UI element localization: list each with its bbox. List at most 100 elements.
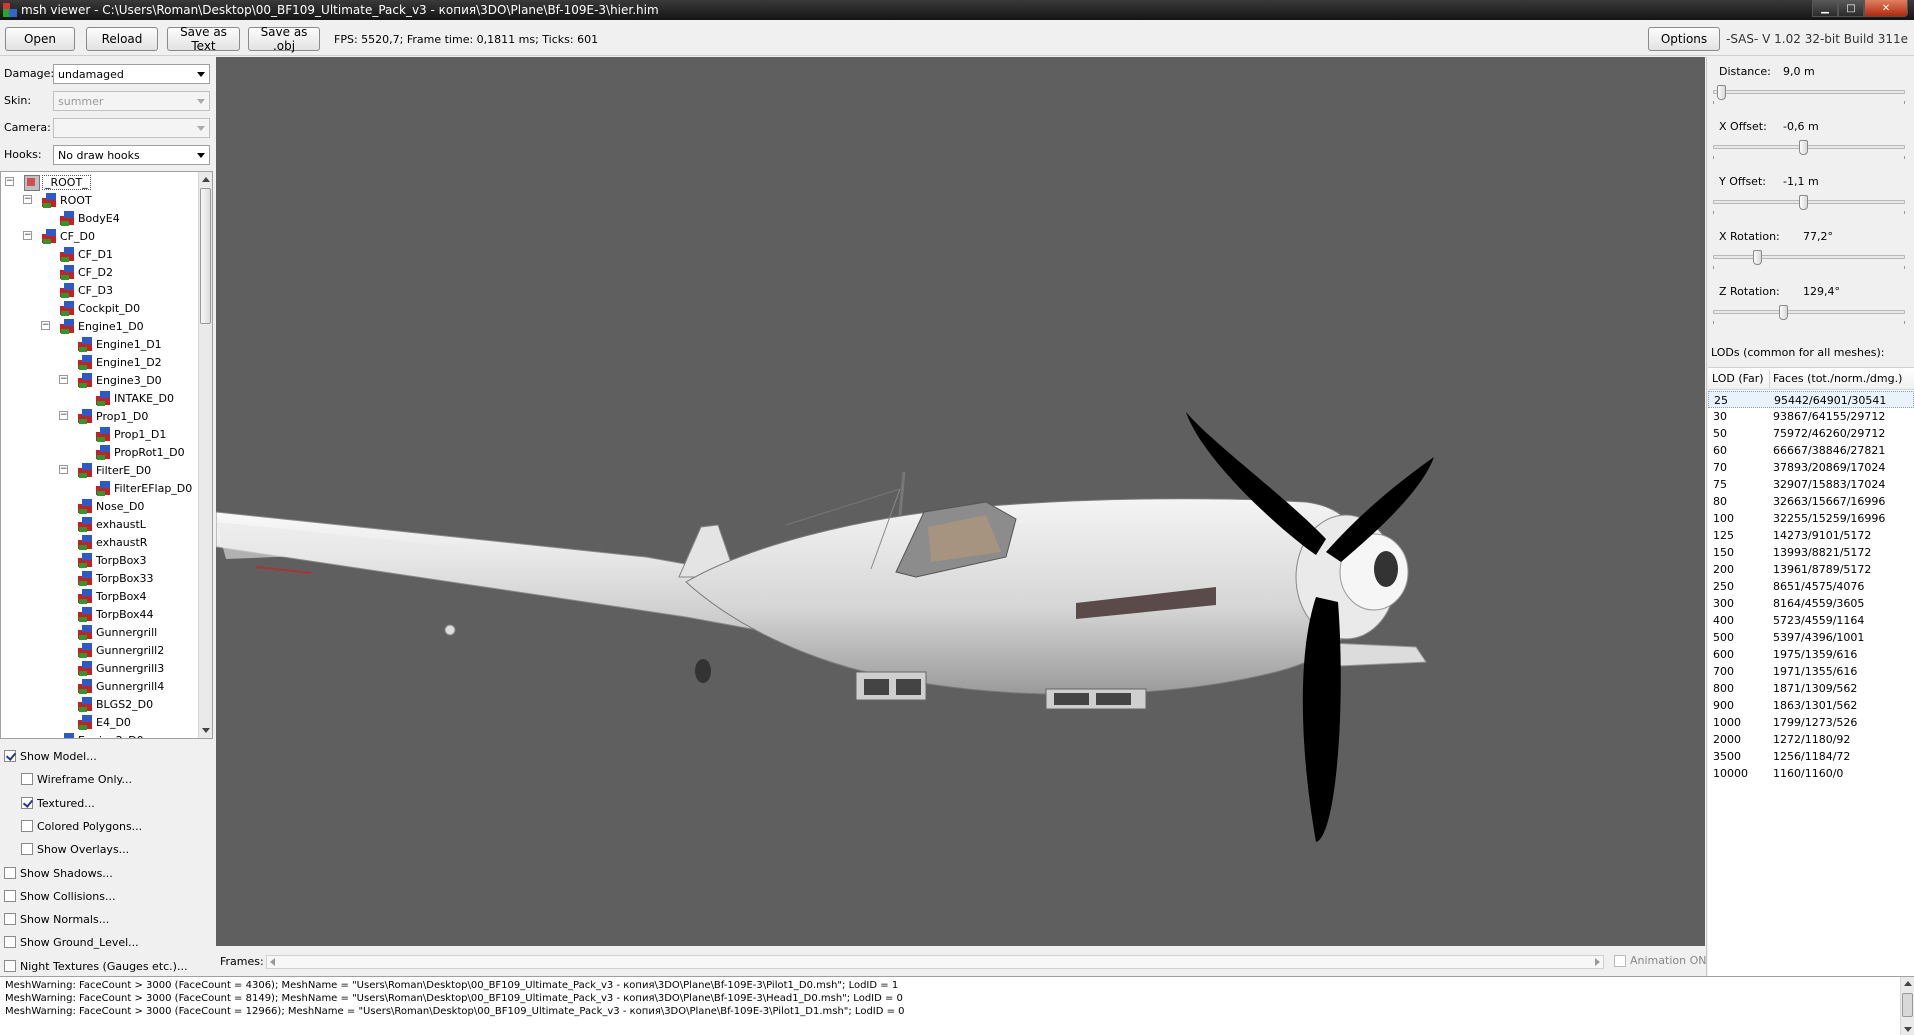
tree-expander[interactable]: − bbox=[59, 375, 68, 384]
animation-checkbox[interactable] bbox=[1614, 954, 1626, 967]
checkbox[interactable] bbox=[4, 936, 16, 948]
damage-select[interactable]: undamaged bbox=[53, 64, 210, 84]
option-checkbox-row[interactable]: Textured... bbox=[21, 795, 95, 811]
option-checkbox-row[interactable]: Show Normals... bbox=[4, 911, 109, 927]
tree-node[interactable]: FilterEFlap_D0 bbox=[95, 479, 192, 497]
scroll-up-icon[interactable] bbox=[1904, 981, 1912, 986]
lod-row[interactable]: 100 32255/15259/16996 bbox=[1708, 510, 1914, 527]
minimize-icon[interactable]: ▁ bbox=[1812, 0, 1838, 17]
tree-node[interactable]: Nose_D0 bbox=[77, 497, 144, 515]
option-checkbox-row[interactable]: Colored Polygons... bbox=[21, 818, 142, 834]
tree-node[interactable]: Engine2_D0 bbox=[59, 731, 144, 738]
tree-node[interactable]: Engine1_D2 bbox=[77, 353, 162, 371]
tree-node[interactable]: Engine1_D0 bbox=[59, 317, 144, 335]
checkbox[interactable] bbox=[21, 773, 33, 785]
maximize-icon[interactable]: □ bbox=[1838, 0, 1864, 17]
tree-node[interactable]: CF_D0 bbox=[41, 227, 95, 245]
lod-row[interactable]: 60 66667/38846/27821 bbox=[1708, 442, 1914, 459]
lod-row[interactable]: 1000 1799/1273/526 bbox=[1708, 714, 1914, 731]
lod-row[interactable]: 400 5723/4559/1164 bbox=[1708, 612, 1914, 629]
tree-node[interactable]: PropRot1_D0 bbox=[95, 443, 185, 461]
lod-row[interactable]: 3500 1256/1184/72 bbox=[1708, 748, 1914, 765]
tree-node[interactable]: TorpBox33 bbox=[77, 569, 154, 587]
tree-node[interactable]: CF_D3 bbox=[59, 281, 113, 299]
z-rotation-slider[interactable] bbox=[1713, 305, 1905, 324]
frames-slider[interactable] bbox=[266, 955, 1604, 969]
slider-handle[interactable] bbox=[1799, 195, 1809, 210]
log-panel[interactable]: MeshWarning: FaceCount > 3000 (FaceCount… bbox=[0, 976, 1914, 1035]
skin-select[interactable]: summer bbox=[53, 91, 210, 111]
lod-row[interactable]: 10000 1160/1160/0 bbox=[1708, 765, 1914, 782]
save-as-obj-button[interactable]: Save as .obj bbox=[248, 25, 320, 53]
y-offset-slider[interactable] bbox=[1713, 195, 1905, 214]
option-checkbox-row[interactable]: Show Overlays... bbox=[21, 841, 129, 857]
option-checkbox-row[interactable]: Show Shadows... bbox=[4, 865, 113, 881]
option-checkbox-row[interactable]: Show Collisions... bbox=[4, 888, 115, 904]
hooks-select[interactable]: No draw hooks bbox=[53, 145, 210, 165]
lod-row[interactable]: 30 93867/64155/29712 bbox=[1708, 408, 1914, 425]
option-checkbox-row[interactable]: Night Textures (Gauges etc.)... bbox=[4, 958, 187, 974]
lod-table[interactable]: LOD (Far) Faces (tot./norm./dmg.) 25 9544… bbox=[1708, 367, 1914, 976]
save-as-text-button[interactable]: Save as Text bbox=[167, 25, 240, 53]
3d-viewport[interactable] bbox=[216, 57, 1705, 946]
checkbox[interactable] bbox=[21, 820, 33, 832]
checkbox[interactable] bbox=[4, 913, 16, 925]
distance-slider[interactable] bbox=[1713, 85, 1905, 104]
tree-node[interactable]: Engine3_D0 bbox=[77, 371, 162, 389]
lod-row[interactable]: 75 32907/15883/17024 bbox=[1708, 476, 1914, 493]
tree-expander[interactable]: − bbox=[59, 411, 68, 420]
tree-node[interactable]: Gunnergrill bbox=[77, 623, 157, 641]
tree-node[interactable]: BLGS2_D0 bbox=[77, 695, 153, 713]
tree-expander[interactable]: − bbox=[23, 231, 32, 240]
camera-select[interactable] bbox=[53, 118, 210, 138]
scroll-thumb[interactable] bbox=[200, 188, 211, 324]
scroll-down-icon[interactable] bbox=[202, 728, 210, 733]
lod-row[interactable]: 300 8164/4559/3605 bbox=[1708, 595, 1914, 612]
option-checkbox-row[interactable]: Show Model... bbox=[4, 748, 97, 764]
lod-row[interactable]: 600 1975/1359/616 bbox=[1708, 646, 1914, 663]
tree-node[interactable]: Cockpit_D0 bbox=[59, 299, 140, 317]
checkbox[interactable] bbox=[21, 843, 33, 855]
lod-row[interactable]: 150 13993/8821/5172 bbox=[1708, 544, 1914, 561]
column-divider[interactable] bbox=[1769, 370, 1770, 388]
lod-column-header[interactable]: LOD (Far) bbox=[1712, 372, 1764, 385]
tree-scrollbar[interactable] bbox=[198, 172, 212, 738]
tree-expander[interactable]: − bbox=[5, 177, 14, 186]
tree-node[interactable]: Prop1_D1 bbox=[95, 425, 166, 443]
tree-node[interactable]: TorpBox44 bbox=[77, 605, 154, 623]
lod-row[interactable]: 800 1871/1309/562 bbox=[1708, 680, 1914, 697]
tree-node[interactable]: TorpBox3 bbox=[77, 551, 147, 569]
tree-node[interactable]: CF_D2 bbox=[59, 263, 113, 281]
tree-node[interactable]: exhaustR bbox=[77, 533, 147, 551]
lod-row[interactable]: 200 13961/8789/5172 bbox=[1708, 561, 1914, 578]
scroll-thumb[interactable] bbox=[1902, 993, 1913, 1017]
chevron-left-icon[interactable] bbox=[270, 958, 275, 966]
checkbox[interactable] bbox=[4, 867, 16, 879]
tree-node[interactable]: Prop1_D0 bbox=[77, 407, 148, 425]
scroll-down-icon[interactable] bbox=[1904, 1027, 1912, 1032]
chevron-right-icon[interactable] bbox=[1595, 958, 1600, 966]
open-button[interactable]: Open bbox=[5, 27, 75, 51]
scroll-up-icon[interactable] bbox=[202, 177, 210, 182]
tree-expander[interactable]: − bbox=[23, 195, 32, 204]
lod-row[interactable]: 25 95442/64901/30541 bbox=[1708, 391, 1914, 408]
option-checkbox-row[interactable]: Wireframe Only... bbox=[21, 771, 132, 787]
checkbox[interactable] bbox=[21, 797, 33, 809]
tree-node[interactable]: CF_D1 bbox=[59, 245, 113, 263]
tree-node[interactable]: E4_D0 bbox=[77, 713, 131, 731]
option-checkbox-row[interactable]: Show Ground_Level... bbox=[4, 934, 139, 950]
reload-button[interactable]: Reload bbox=[86, 27, 158, 51]
tree-expander[interactable]: − bbox=[59, 465, 68, 474]
tree-node[interactable]: exhaustL bbox=[77, 515, 146, 533]
lod-row[interactable]: 250 8651/4575/4076 bbox=[1708, 578, 1914, 595]
checkbox[interactable] bbox=[4, 750, 16, 762]
lod-row[interactable]: 500 5397/4396/1001 bbox=[1708, 629, 1914, 646]
x-offset-slider[interactable] bbox=[1713, 140, 1905, 159]
animation-toggle[interactable]: Animation ON bbox=[1614, 954, 1706, 967]
tree-node[interactable]: BodyE4 bbox=[59, 209, 120, 227]
hierarchy-tree[interactable]: − _ROOT_ − ROOT BodyE4 − CF_D0 CF_D1 CF_D2 CF_D3 C… bbox=[0, 171, 213, 739]
tree-node[interactable]: FilterE_D0 bbox=[77, 461, 151, 479]
slider-handle[interactable] bbox=[1753, 250, 1763, 265]
lod-row[interactable]: 900 1863/1301/562 bbox=[1708, 697, 1914, 714]
lod-row[interactable]: 700 1971/1355/616 bbox=[1708, 663, 1914, 680]
